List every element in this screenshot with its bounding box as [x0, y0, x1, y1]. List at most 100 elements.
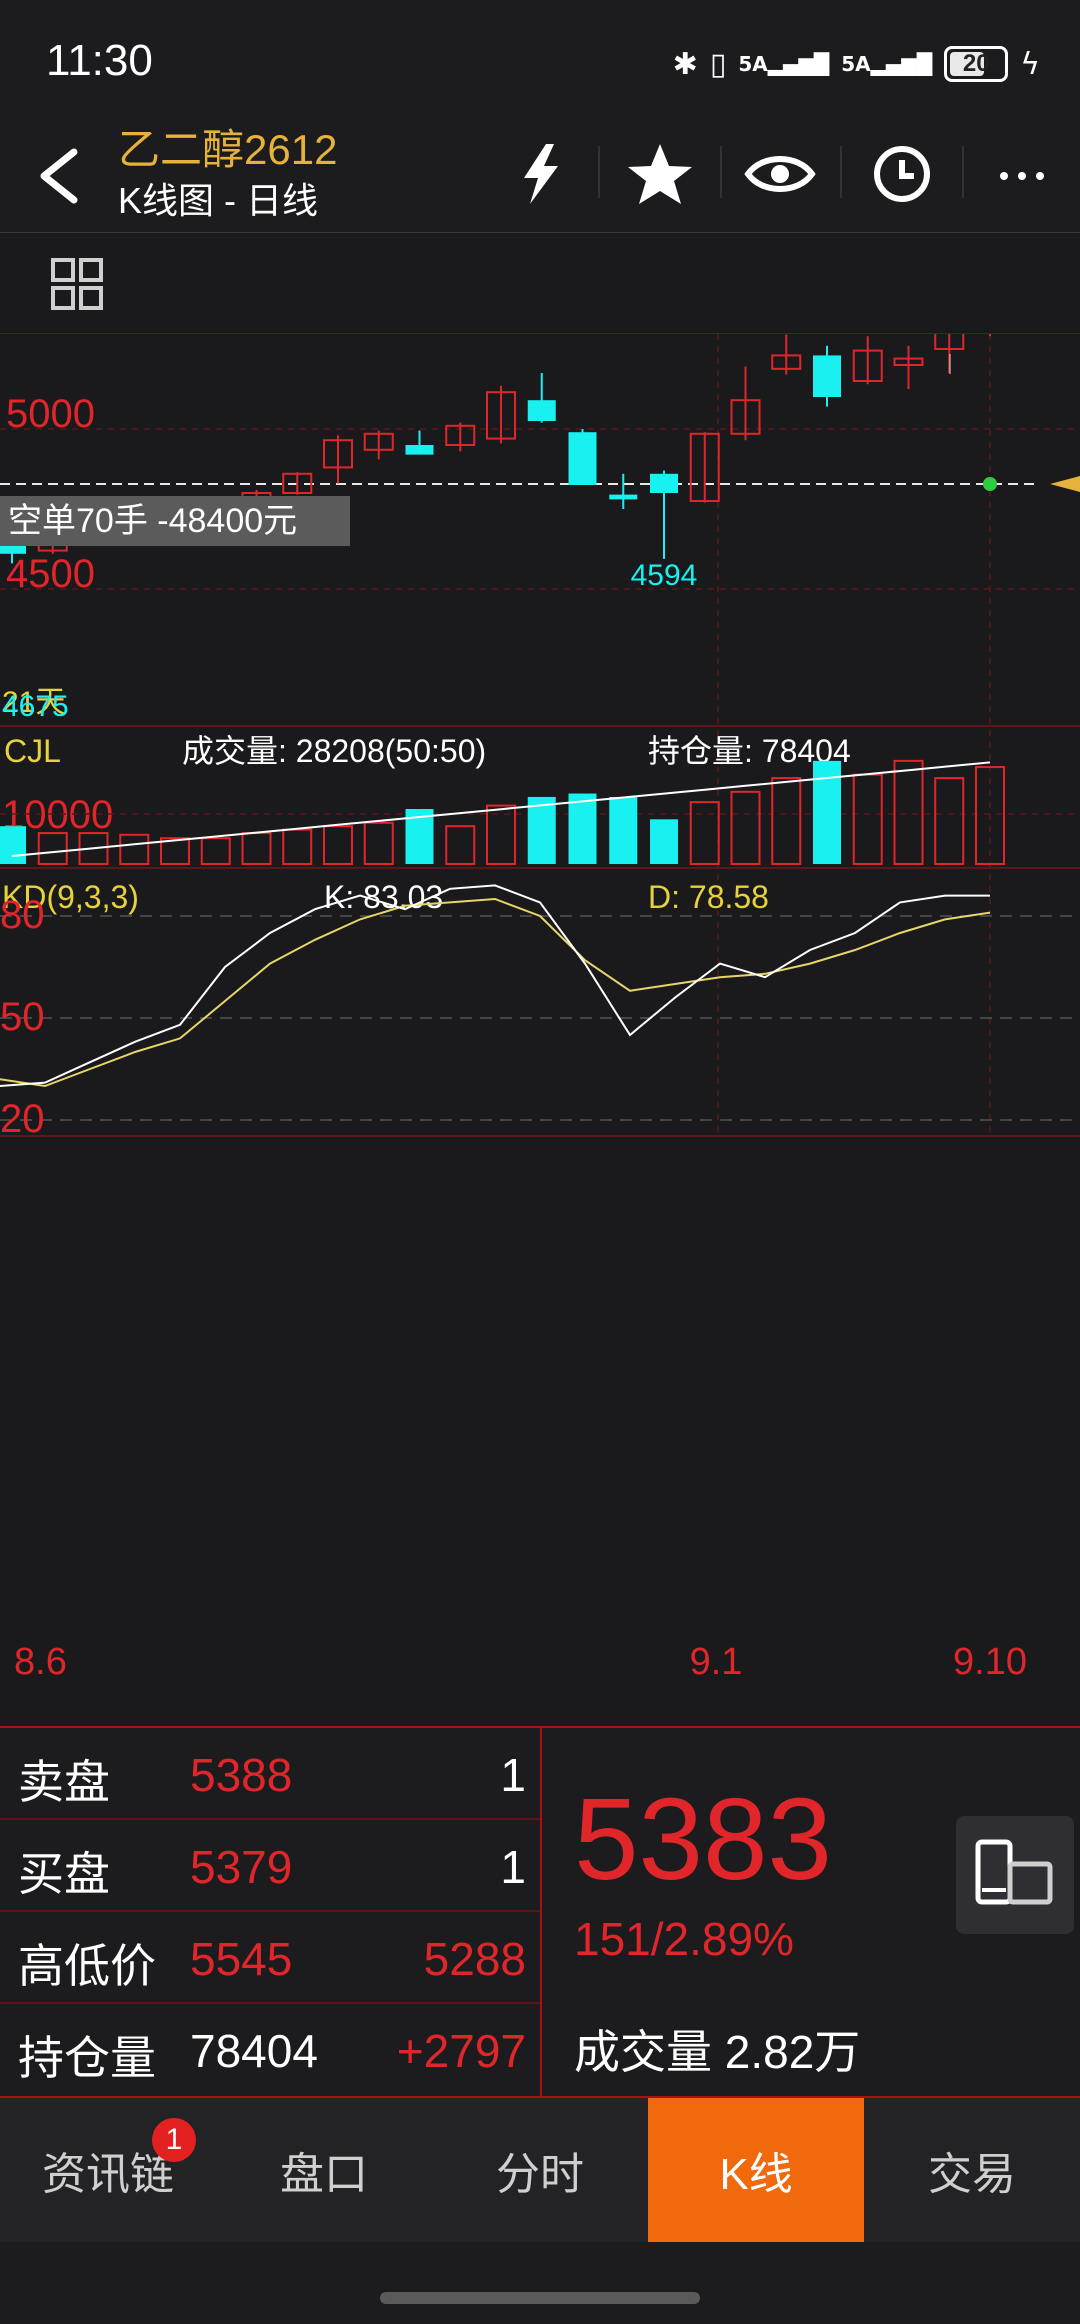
volume-bar — [650, 819, 678, 864]
buy-row: 买盘 5379 1 — [0, 1820, 540, 1912]
bluetooth-icon: ✱ — [672, 46, 698, 82]
volume-bar — [323, 825, 353, 865]
star-icon — [628, 144, 692, 204]
buy-label: 买盘 — [18, 1848, 110, 1900]
tab-kline-label: K线 — [719, 2150, 793, 2199]
sell-qty: 1 — [500, 1749, 526, 1801]
kd-label-80: 80 — [0, 893, 45, 937]
grid-layout-icon — [51, 258, 103, 310]
buy-qty: 1 — [500, 1841, 526, 1893]
candle-body — [568, 432, 597, 485]
low-annotation: 4594 — [631, 559, 698, 592]
more-dots-icon — [1000, 172, 1044, 180]
candle-body — [650, 473, 678, 493]
last-price-dot — [983, 477, 997, 491]
position-arrow — [1050, 476, 1080, 492]
sell-row: 卖盘 5388 1 — [0, 1728, 540, 1820]
history-button[interactable] — [862, 138, 942, 210]
volume-bar — [486, 804, 516, 865]
flash-button[interactable] — [500, 138, 580, 210]
kline-chart[interactable]: 500045005545459421天4675CJL成交量: 28208(50:… — [0, 334, 1080, 1726]
kd-label-50: 50 — [0, 995, 45, 1039]
price-label-4500: 4500 — [6, 552, 95, 596]
chevron-left-icon — [40, 148, 78, 204]
volume-bar — [852, 773, 883, 865]
open-interest-label: 持仓量 — [18, 2032, 156, 2084]
watch-button[interactable] — [740, 138, 820, 210]
header-divider — [720, 146, 722, 198]
kd-label-20: 20 — [0, 1097, 45, 1141]
volume-bar — [893, 759, 924, 865]
high-low-label: 高低价 — [18, 1940, 156, 1992]
header-divider — [962, 146, 964, 198]
volume-bar — [241, 832, 272, 865]
volume-indicator-name: CJL — [4, 733, 61, 769]
volume-bar — [282, 828, 313, 865]
candle-body — [609, 494, 638, 500]
price-label-5000: 5000 — [6, 392, 95, 436]
signal-icon-1: 5A▂▄▆█ — [738, 52, 830, 76]
price-change: 151/2.89% — [574, 1913, 794, 1965]
volume-bar — [200, 837, 231, 865]
buy-price: 5379 — [190, 1841, 293, 1893]
tab-trade[interactable]: 交易 — [864, 2098, 1080, 2242]
volume-bar — [363, 821, 394, 865]
vibrate-icon: ▯ — [709, 46, 727, 82]
tab-timeshare-label: 分时 — [496, 2150, 584, 2199]
sell-price: 5388 — [190, 1749, 293, 1801]
kd-d-text: D: 78.58 — [648, 879, 769, 915]
candle-body — [405, 445, 434, 455]
battery-icon: 20 — [944, 46, 1009, 82]
volume-bar — [609, 796, 638, 864]
volume-bar — [445, 825, 476, 865]
date-label-start: 8.6 — [14, 1641, 67, 1683]
tab-kline[interactable]: K线 — [648, 2098, 864, 2242]
order-book: 卖盘 5388 1 买盘 5379 1 高低价 5545 5288 持仓量 78… — [0, 1728, 542, 2096]
volume-text: 成交量: 28208(50:50) — [182, 733, 486, 769]
header-divider — [840, 146, 842, 198]
volume-bar — [37, 832, 68, 865]
layout-grid-button[interactable] — [50, 257, 104, 311]
volume-bar — [934, 777, 965, 865]
home-indicator[interactable] — [380, 2292, 700, 2304]
sell-label: 卖盘 — [18, 1756, 110, 1808]
status-icons: ✱ ▯ 5A▂▄▆█ 5A▂▄▆█ 20 ϟ — [673, 42, 1040, 86]
open-interest-value: 78404 — [190, 2025, 318, 2077]
status-time: 11:30 — [46, 36, 153, 85]
back-button[interactable] — [28, 138, 98, 214]
favorite-button[interactable] — [620, 138, 700, 210]
tab-news[interactable]: 资讯链 1 — [0, 2098, 216, 2242]
clock-icon — [874, 146, 930, 202]
signal-icon-2: 5A▂▄▆█ — [841, 52, 933, 76]
volume-summary: 成交量 2.82万 — [574, 2026, 861, 2078]
tab-trade-label: 交易 — [928, 2150, 1016, 2199]
volume-bar — [689, 801, 720, 865]
contract-title: 乙二醇2612 — [118, 126, 338, 173]
date-label-mid: 9.1 — [690, 1641, 743, 1683]
open-interest-row: 持仓量 78404 +2797 — [0, 2004, 540, 2096]
high-low-row: 高低价 5545 5288 — [0, 1912, 540, 2004]
split-screen-icon — [975, 1839, 1053, 1905]
chart-subtitle[interactable]: K线图 - 日线 — [118, 172, 318, 224]
more-button[interactable] — [982, 138, 1062, 210]
volume-bar — [119, 833, 150, 865]
last-price: 5383 — [574, 1774, 833, 1904]
notification-badge: 1 — [152, 2118, 196, 2162]
high-price: 5545 — [190, 1933, 293, 1985]
candle-body — [527, 400, 556, 421]
tab-timeshare[interactable]: 分时 — [432, 2098, 648, 2242]
tab-orderbook[interactable]: 盘口 — [216, 2098, 432, 2242]
status-bar: 11:30 ✱ ▯ 5A▂▄▆█ 5A▂▄▆█ 20 ϟ — [0, 0, 1080, 120]
charging-icon: ϟ — [1020, 46, 1040, 82]
kd-d-line — [0, 897, 991, 1088]
open-interest-line — [11, 761, 991, 857]
volume-bar — [568, 793, 597, 864]
volume-bar — [730, 790, 761, 865]
split-screen-button[interactable] — [956, 1816, 1074, 1934]
low-price: 5288 — [423, 1933, 526, 1985]
kd-k-text: K: 83.03 — [324, 879, 443, 915]
header-divider — [598, 146, 600, 198]
left-overlay-value: 4675 — [2, 690, 69, 723]
open-interest-change: +2797 — [396, 2025, 526, 2077]
date-label-end: 9.10 — [953, 1641, 1027, 1683]
